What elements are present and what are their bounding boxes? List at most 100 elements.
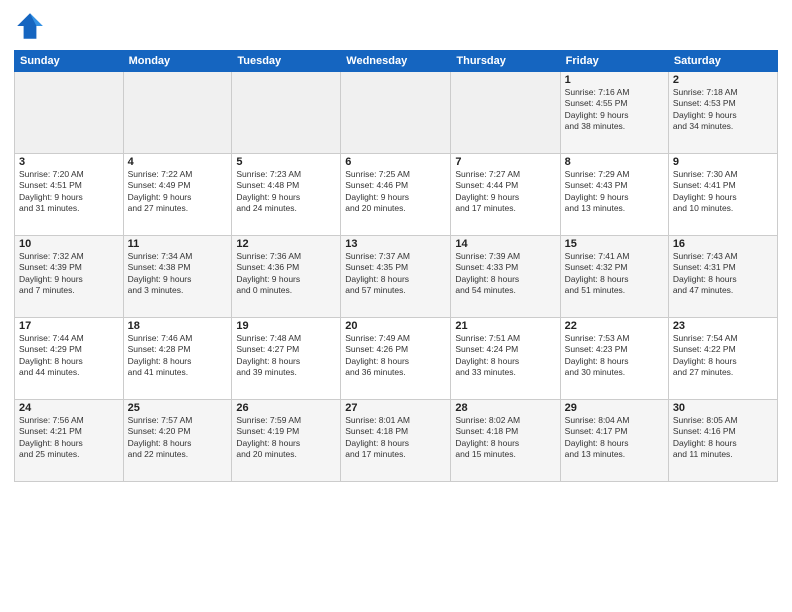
logo-icon <box>14 10 46 42</box>
day-number: 24 <box>19 402 119 414</box>
day-number: 23 <box>673 320 773 332</box>
calendar-week-2: 3Sunrise: 7:20 AM Sunset: 4:51 PM Daylig… <box>15 154 778 236</box>
calendar-week-4: 17Sunrise: 7:44 AM Sunset: 4:29 PM Dayli… <box>15 318 778 400</box>
day-info: Sunrise: 7:20 AM Sunset: 4:51 PM Dayligh… <box>19 169 119 215</box>
calendar-cell <box>451 72 560 154</box>
day-info: Sunrise: 7:57 AM Sunset: 4:20 PM Dayligh… <box>128 415 228 461</box>
day-number: 1 <box>565 74 664 86</box>
calendar-cell: 9Sunrise: 7:30 AM Sunset: 4:41 PM Daylig… <box>668 154 777 236</box>
day-info: Sunrise: 7:44 AM Sunset: 4:29 PM Dayligh… <box>19 333 119 379</box>
day-number: 22 <box>565 320 664 332</box>
calendar-cell: 21Sunrise: 7:51 AM Sunset: 4:24 PM Dayli… <box>451 318 560 400</box>
day-info: Sunrise: 7:37 AM Sunset: 4:35 PM Dayligh… <box>345 251 446 297</box>
day-info: Sunrise: 7:22 AM Sunset: 4:49 PM Dayligh… <box>128 169 228 215</box>
calendar-cell: 12Sunrise: 7:36 AM Sunset: 4:36 PM Dayli… <box>232 236 341 318</box>
calendar-cell: 19Sunrise: 7:48 AM Sunset: 4:27 PM Dayli… <box>232 318 341 400</box>
calendar-cell <box>15 72 124 154</box>
day-number: 21 <box>455 320 555 332</box>
weekday-header-monday: Monday <box>123 51 232 72</box>
calendar-cell: 16Sunrise: 7:43 AM Sunset: 4:31 PM Dayli… <box>668 236 777 318</box>
calendar-cell: 18Sunrise: 7:46 AM Sunset: 4:28 PM Dayli… <box>123 318 232 400</box>
calendar-cell: 8Sunrise: 7:29 AM Sunset: 4:43 PM Daylig… <box>560 154 668 236</box>
day-number: 7 <box>455 156 555 168</box>
day-info: Sunrise: 7:25 AM Sunset: 4:46 PM Dayligh… <box>345 169 446 215</box>
day-number: 26 <box>236 402 336 414</box>
calendar-cell <box>123 72 232 154</box>
day-number: 6 <box>345 156 446 168</box>
day-info: Sunrise: 7:32 AM Sunset: 4:39 PM Dayligh… <box>19 251 119 297</box>
logo <box>14 10 50 42</box>
day-number: 27 <box>345 402 446 414</box>
calendar-week-5: 24Sunrise: 7:56 AM Sunset: 4:21 PM Dayli… <box>15 400 778 482</box>
day-info: Sunrise: 7:53 AM Sunset: 4:23 PM Dayligh… <box>565 333 664 379</box>
weekday-header-sunday: Sunday <box>15 51 124 72</box>
day-info: Sunrise: 7:23 AM Sunset: 4:48 PM Dayligh… <box>236 169 336 215</box>
day-number: 15 <box>565 238 664 250</box>
calendar-cell: 27Sunrise: 8:01 AM Sunset: 4:18 PM Dayli… <box>341 400 451 482</box>
day-number: 18 <box>128 320 228 332</box>
calendar-cell: 13Sunrise: 7:37 AM Sunset: 4:35 PM Dayli… <box>341 236 451 318</box>
day-number: 3 <box>19 156 119 168</box>
page: SundayMondayTuesdayWednesdayThursdayFrid… <box>0 0 792 612</box>
day-info: Sunrise: 7:18 AM Sunset: 4:53 PM Dayligh… <box>673 87 773 133</box>
calendar-cell: 11Sunrise: 7:34 AM Sunset: 4:38 PM Dayli… <box>123 236 232 318</box>
day-number: 11 <box>128 238 228 250</box>
calendar-cell: 25Sunrise: 7:57 AM Sunset: 4:20 PM Dayli… <box>123 400 232 482</box>
day-number: 28 <box>455 402 555 414</box>
calendar-cell: 22Sunrise: 7:53 AM Sunset: 4:23 PM Dayli… <box>560 318 668 400</box>
calendar-week-3: 10Sunrise: 7:32 AM Sunset: 4:39 PM Dayli… <box>15 236 778 318</box>
calendar-cell: 10Sunrise: 7:32 AM Sunset: 4:39 PM Dayli… <box>15 236 124 318</box>
day-info: Sunrise: 7:43 AM Sunset: 4:31 PM Dayligh… <box>673 251 773 297</box>
day-info: Sunrise: 7:27 AM Sunset: 4:44 PM Dayligh… <box>455 169 555 215</box>
day-number: 30 <box>673 402 773 414</box>
weekday-header-tuesday: Tuesday <box>232 51 341 72</box>
calendar-cell: 7Sunrise: 7:27 AM Sunset: 4:44 PM Daylig… <box>451 154 560 236</box>
day-info: Sunrise: 8:05 AM Sunset: 4:16 PM Dayligh… <box>673 415 773 461</box>
calendar-cell: 29Sunrise: 8:04 AM Sunset: 4:17 PM Dayli… <box>560 400 668 482</box>
calendar-cell: 2Sunrise: 7:18 AM Sunset: 4:53 PM Daylig… <box>668 72 777 154</box>
calendar-cell: 24Sunrise: 7:56 AM Sunset: 4:21 PM Dayli… <box>15 400 124 482</box>
calendar-cell: 20Sunrise: 7:49 AM Sunset: 4:26 PM Dayli… <box>341 318 451 400</box>
calendar-cell: 14Sunrise: 7:39 AM Sunset: 4:33 PM Dayli… <box>451 236 560 318</box>
day-info: Sunrise: 7:49 AM Sunset: 4:26 PM Dayligh… <box>345 333 446 379</box>
day-info: Sunrise: 8:04 AM Sunset: 4:17 PM Dayligh… <box>565 415 664 461</box>
calendar-header-row: SundayMondayTuesdayWednesdayThursdayFrid… <box>15 51 778 72</box>
calendar-cell <box>232 72 341 154</box>
calendar-week-1: 1Sunrise: 7:16 AM Sunset: 4:55 PM Daylig… <box>15 72 778 154</box>
calendar-cell <box>341 72 451 154</box>
day-info: Sunrise: 7:51 AM Sunset: 4:24 PM Dayligh… <box>455 333 555 379</box>
day-number: 12 <box>236 238 336 250</box>
calendar-cell: 26Sunrise: 7:59 AM Sunset: 4:19 PM Dayli… <box>232 400 341 482</box>
header <box>14 10 778 42</box>
weekday-header-saturday: Saturday <box>668 51 777 72</box>
day-info: Sunrise: 7:16 AM Sunset: 4:55 PM Dayligh… <box>565 87 664 133</box>
calendar-cell: 17Sunrise: 7:44 AM Sunset: 4:29 PM Dayli… <box>15 318 124 400</box>
weekday-header-thursday: Thursday <box>451 51 560 72</box>
day-info: Sunrise: 8:02 AM Sunset: 4:18 PM Dayligh… <box>455 415 555 461</box>
weekday-header-friday: Friday <box>560 51 668 72</box>
day-number: 25 <box>128 402 228 414</box>
day-info: Sunrise: 7:46 AM Sunset: 4:28 PM Dayligh… <box>128 333 228 379</box>
day-number: 2 <box>673 74 773 86</box>
calendar-cell: 28Sunrise: 8:02 AM Sunset: 4:18 PM Dayli… <box>451 400 560 482</box>
day-number: 16 <box>673 238 773 250</box>
day-info: Sunrise: 7:41 AM Sunset: 4:32 PM Dayligh… <box>565 251 664 297</box>
calendar-cell: 30Sunrise: 8:05 AM Sunset: 4:16 PM Dayli… <box>668 400 777 482</box>
day-number: 10 <box>19 238 119 250</box>
day-number: 20 <box>345 320 446 332</box>
calendar-cell: 3Sunrise: 7:20 AM Sunset: 4:51 PM Daylig… <box>15 154 124 236</box>
day-info: Sunrise: 7:56 AM Sunset: 4:21 PM Dayligh… <box>19 415 119 461</box>
calendar-cell: 5Sunrise: 7:23 AM Sunset: 4:48 PM Daylig… <box>232 154 341 236</box>
weekday-header-wednesday: Wednesday <box>341 51 451 72</box>
calendar-cell: 15Sunrise: 7:41 AM Sunset: 4:32 PM Dayli… <box>560 236 668 318</box>
day-info: Sunrise: 7:48 AM Sunset: 4:27 PM Dayligh… <box>236 333 336 379</box>
day-info: Sunrise: 7:39 AM Sunset: 4:33 PM Dayligh… <box>455 251 555 297</box>
day-number: 29 <box>565 402 664 414</box>
day-info: Sunrise: 7:34 AM Sunset: 4:38 PM Dayligh… <box>128 251 228 297</box>
day-info: Sunrise: 7:59 AM Sunset: 4:19 PM Dayligh… <box>236 415 336 461</box>
day-info: Sunrise: 7:36 AM Sunset: 4:36 PM Dayligh… <box>236 251 336 297</box>
day-number: 4 <box>128 156 228 168</box>
calendar-cell: 6Sunrise: 7:25 AM Sunset: 4:46 PM Daylig… <box>341 154 451 236</box>
day-info: Sunrise: 8:01 AM Sunset: 4:18 PM Dayligh… <box>345 415 446 461</box>
day-number: 14 <box>455 238 555 250</box>
